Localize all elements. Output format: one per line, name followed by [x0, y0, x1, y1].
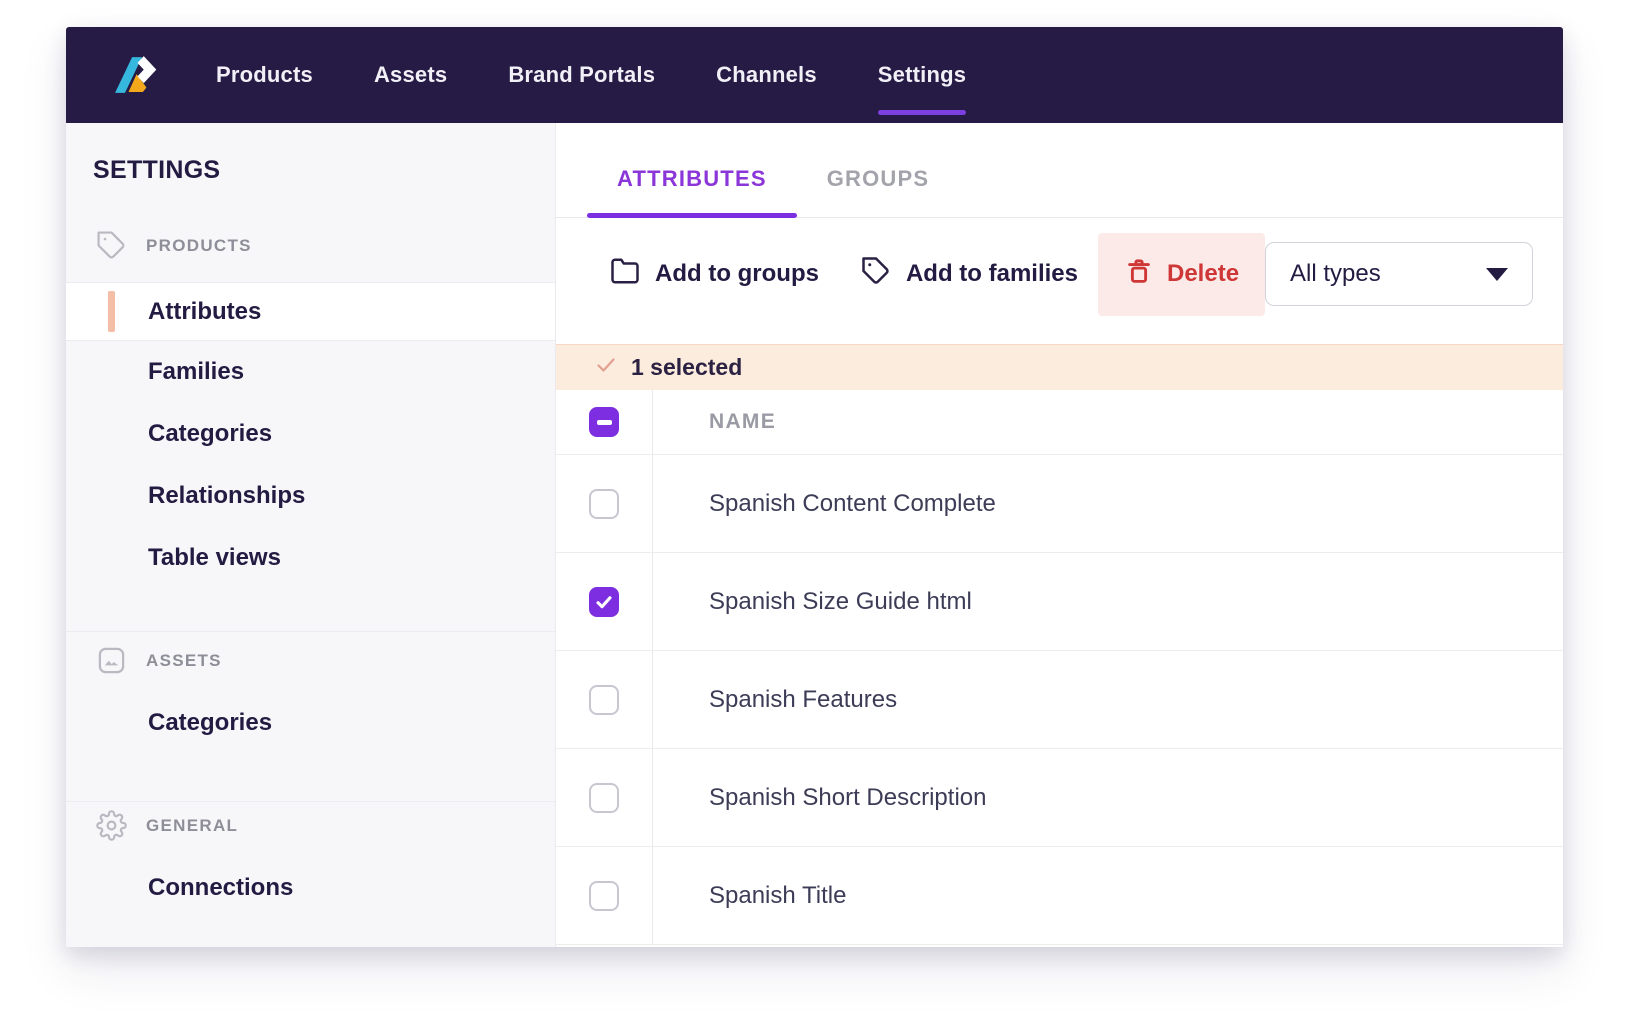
add-to-families-button[interactable]: Add to families	[861, 256, 1078, 293]
sidebar-section-assets: ASSETS Categories	[66, 631, 555, 801]
sidebar-item-categories[interactable]: Categories	[66, 403, 555, 465]
check-icon	[594, 353, 618, 382]
attribute-name: Spanish Title	[709, 882, 846, 910]
sidebar-item-connections[interactable]: Connections	[66, 857, 555, 919]
attribute-name: Spanish Short Description	[709, 784, 986, 812]
akeneo-logo[interactable]	[107, 50, 159, 100]
main-nav: Products Assets Brand Portals Channels Setti…	[216, 27, 966, 123]
row-checkbox[interactable]	[589, 587, 619, 617]
delete-button[interactable]: Delete	[1098, 233, 1265, 316]
table-row[interactable]: Spanish Short Description	[556, 748, 1563, 846]
top-navbar: Products Assets Brand Portals Channels Setti…	[66, 27, 1563, 123]
row-checkbox[interactable]	[589, 881, 619, 911]
sidebar-item-table-views[interactable]: Table views	[66, 527, 555, 589]
trash-icon	[1124, 256, 1154, 293]
select-all-checkbox[interactable]	[589, 407, 619, 437]
column-header-name: NAME	[709, 410, 776, 434]
toolbar: Add to groups Add to families Delete All…	[556, 218, 1563, 330]
attributes-table: NAME Spanish Content Complete Spanish Si…	[556, 390, 1563, 945]
active-indicator	[108, 291, 115, 332]
folder-icon	[610, 256, 640, 293]
table-row[interactable]: Spanish Size Guide html	[556, 552, 1563, 650]
row-checkbox[interactable]	[589, 489, 619, 519]
sidebar-title: SETTINGS	[93, 156, 555, 185]
table-row[interactable]: Spanish Title	[556, 846, 1563, 945]
row-checkbox[interactable]	[589, 783, 619, 813]
gear-icon	[96, 810, 127, 841]
settings-sidebar: SETTINGS PRODUCTS Attributes Families Ca…	[66, 123, 556, 947]
sidebar-section-products: PRODUCTS Attributes Families Categories …	[66, 230, 555, 631]
section-label: ASSETS	[146, 651, 222, 671]
type-filter-dropdown[interactable]: All types	[1265, 242, 1533, 306]
selection-bar: 1 selected	[556, 344, 1563, 390]
chevron-down-icon	[1486, 268, 1508, 281]
image-icon	[96, 645, 127, 676]
sidebar-section-general: GENERAL Connections	[66, 801, 555, 919]
add-to-groups-button[interactable]: Add to groups	[610, 256, 819, 293]
nav-item-assets[interactable]: Assets	[374, 62, 447, 88]
row-checkbox[interactable]	[589, 685, 619, 715]
nav-item-settings[interactable]: Settings	[878, 62, 966, 88]
sidebar-item-families[interactable]: Families	[66, 341, 555, 403]
app-window: Products Assets Brand Portals Channels Setti…	[66, 27, 1563, 947]
sidebar-item-attributes[interactable]: Attributes	[66, 282, 555, 341]
tag-icon	[861, 256, 891, 293]
tab-bar: ATTRIBUTESGROUPS	[556, 123, 1563, 218]
main-panel: ATTRIBUTESGROUPS Add to groups Add to fa…	[556, 123, 1563, 947]
nav-item-brand-portals[interactable]: Brand Portals	[508, 62, 655, 88]
attribute-name: Spanish Content Complete	[709, 490, 996, 518]
section-label: PRODUCTS	[146, 236, 252, 256]
tab-attributes[interactable]: ATTRIBUTES	[587, 166, 797, 217]
section-label: GENERAL	[146, 816, 238, 836]
table-header: NAME	[556, 390, 1563, 454]
nav-item-channels[interactable]: Channels	[716, 62, 817, 88]
sidebar-item-relationships[interactable]: Relationships	[66, 465, 555, 527]
sidebar-item-categories[interactable]: Categories	[66, 692, 555, 754]
tag-icon	[96, 230, 127, 261]
nav-item-products[interactable]: Products	[216, 62, 313, 88]
selection-count: 1 selected	[631, 354, 742, 381]
table-row[interactable]: Spanish Features	[556, 650, 1563, 748]
tab-groups[interactable]: GROUPS	[797, 166, 960, 217]
attribute-name: Spanish Size Guide html	[709, 588, 972, 616]
attribute-name: Spanish Features	[709, 686, 897, 714]
table-row[interactable]: Spanish Content Complete	[556, 454, 1563, 552]
